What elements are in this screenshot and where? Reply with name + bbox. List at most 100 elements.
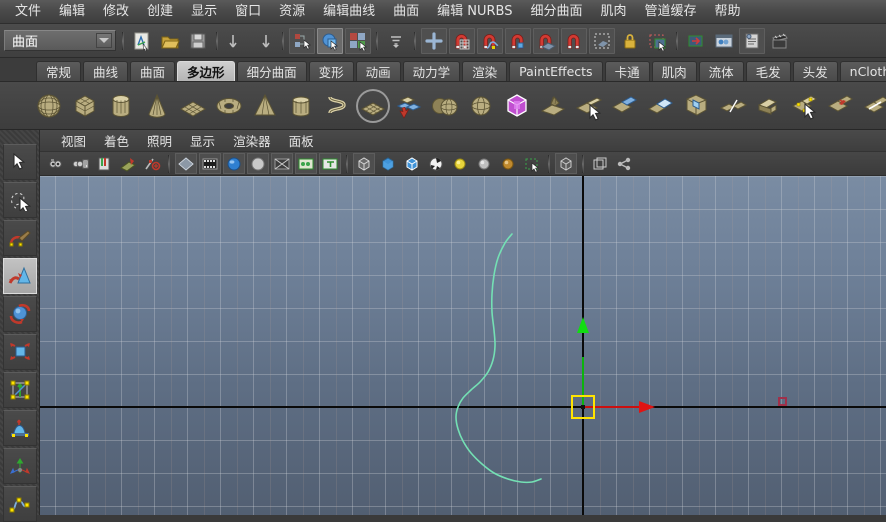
panel-menu-1[interactable]: 着色 <box>95 130 138 151</box>
poly-selected-plane-icon[interactable] <box>356 89 390 123</box>
smooth-proxy-icon[interactable] <box>536 89 570 123</box>
shelf-tab-10[interactable]: 卡通 <box>605 61 650 81</box>
object-display-icon[interactable] <box>589 153 611 174</box>
chevron-down-icon[interactable] <box>96 33 112 48</box>
poly-sphere-icon[interactable] <box>32 89 66 123</box>
make-live-icon[interactable] <box>617 28 643 54</box>
menu-item-3[interactable]: 创建 <box>138 2 182 22</box>
gate-mask-icon[interactable] <box>247 153 269 174</box>
viewport-3d[interactable] <box>40 176 886 515</box>
boolean-union-icon[interactable] <box>464 89 498 123</box>
poly-cube-icon[interactable] <box>68 89 102 123</box>
menu-item-1[interactable]: 编辑 <box>50 2 94 22</box>
poly-torus-icon[interactable] <box>212 89 246 123</box>
poly-prism-icon[interactable] <box>284 89 318 123</box>
menu-item-13[interactable]: 帮助 <box>706 2 750 22</box>
xray-icon[interactable] <box>521 153 543 174</box>
smooth-shade-icon[interactable] <box>377 153 399 174</box>
film-gate-icon[interactable] <box>199 153 221 174</box>
split-polygon-icon[interactable] <box>608 89 642 123</box>
grid-toggle-icon[interactable] <box>175 153 197 174</box>
shelf-tab-9[interactable]: PaintEffects <box>509 61 602 81</box>
menu-item-10[interactable]: 细分曲面 <box>522 2 592 22</box>
resolution-gate-icon[interactable] <box>223 153 245 174</box>
select-hierarchy-icon[interactable] <box>289 28 315 54</box>
shelf-tab-2[interactable]: 曲面 <box>130 61 175 81</box>
shelf-tab-15[interactable]: nCloth <box>840 61 886 81</box>
nurbs-curve[interactable] <box>40 176 886 515</box>
select-camera-icon[interactable] <box>45 153 67 174</box>
ipr-render-icon[interactable] <box>683 28 709 54</box>
render-settings-icon[interactable] <box>739 28 765 54</box>
snap-point-icon[interactable] <box>505 28 531 54</box>
snap-plane-icon[interactable] <box>533 28 559 54</box>
panel-menu-5[interactable]: 面板 <box>280 130 323 151</box>
collapse-edge-icon[interactable] <box>860 89 886 123</box>
panel-menu-2[interactable]: 照明 <box>138 130 181 151</box>
combine-icon[interactable] <box>428 89 462 123</box>
snap-viewplane-icon[interactable] <box>561 28 587 54</box>
shelf-tab-13[interactable]: 毛发 <box>746 61 791 81</box>
exposure-icon[interactable] <box>613 153 635 174</box>
open-scene-icon[interactable] <box>157 28 183 54</box>
manipulator-x-arrow-icon[interactable] <box>639 401 655 413</box>
shelf-tab-0[interactable]: 常规 <box>36 61 81 81</box>
poke-face-icon[interactable] <box>788 89 822 123</box>
select-component-icon[interactable] <box>345 28 371 54</box>
save-scene-icon[interactable] <box>185 28 211 54</box>
menu-item-8[interactable]: 曲面 <box>384 2 428 22</box>
shaded-wire-icon[interactable] <box>401 153 423 174</box>
interactive-split-icon[interactable] <box>392 89 426 123</box>
safe-title-icon[interactable] <box>319 153 341 174</box>
manipulator-y-arrow-icon[interactable] <box>577 317 589 333</box>
use-default-light-icon[interactable] <box>449 153 471 174</box>
poly-helix-icon[interactable] <box>320 89 354 123</box>
hypershade-icon[interactable] <box>711 28 737 54</box>
menu-item-9[interactable]: 编辑 NURBS <box>428 2 521 22</box>
poly-pyramid-icon[interactable] <box>248 89 282 123</box>
render-current-icon[interactable] <box>645 28 671 54</box>
isolate-select-icon[interactable] <box>555 153 577 174</box>
shelf-tab-14[interactable]: 头发 <box>793 61 838 81</box>
textured-icon[interactable] <box>425 153 447 174</box>
safe-action-icon[interactable] <box>295 153 317 174</box>
menu-item-7[interactable]: 编辑曲线 <box>314 2 384 22</box>
move-manipulator[interactable] <box>571 395 595 419</box>
shelf-tab-12[interactable]: 流体 <box>699 61 744 81</box>
menu-item-11[interactable]: 肌肉 <box>592 2 636 22</box>
menu-item-0[interactable]: 文件 <box>6 2 50 22</box>
toolbox-move-tool[interactable] <box>3 258 37 294</box>
toolbox-universal-manipulator-tool[interactable] <box>3 372 37 408</box>
construction-plane-icon[interactable] <box>589 28 615 54</box>
toolbox-rotate-tool[interactable] <box>3 296 37 332</box>
menu-item-12[interactable]: 管道缓存 <box>636 2 706 22</box>
bevel-icon[interactable] <box>752 89 786 123</box>
toolbox-soft-modification-tool[interactable] <box>3 410 37 446</box>
toolbox-select-tool[interactable] <box>3 144 37 180</box>
poly-cone-icon[interactable] <box>140 89 174 123</box>
toolbox-lasso-select-tool[interactable] <box>3 182 37 218</box>
mirror-geometry-icon[interactable] <box>716 89 750 123</box>
panel-menu-3[interactable]: 显示 <box>181 130 224 151</box>
shelf-tab-11[interactable]: 肌肉 <box>652 61 697 81</box>
mask-collapse-icon[interactable] <box>383 28 409 54</box>
shelf-tab-6[interactable]: 动画 <box>356 61 401 81</box>
toolbox-paint-select-tool[interactable] <box>3 220 37 256</box>
panel-menu-0[interactable]: 视图 <box>52 130 95 151</box>
shelf-tab-5[interactable]: 变形 <box>309 61 354 81</box>
two-d-pan-zoom-icon[interactable] <box>141 153 163 174</box>
undo-icon[interactable] <box>223 28 249 54</box>
shelf-tab-3[interactable]: 多边形 <box>177 61 235 81</box>
selected-cv-marker[interactable] <box>778 397 787 406</box>
poly-cylinder-icon[interactable] <box>104 89 138 123</box>
toolbox-show-manipulator-tool[interactable] <box>3 448 37 484</box>
menuset-dropdown[interactable]: 曲面 <box>4 30 116 51</box>
merge-vertex-icon[interactable] <box>824 89 858 123</box>
toolbox-scale-tool[interactable] <box>3 334 37 370</box>
shadows-icon[interactable] <box>497 153 519 174</box>
new-scene-icon[interactable] <box>129 28 155 54</box>
toolbox-last-used-tool[interactable] <box>3 486 37 522</box>
shelf-tab-1[interactable]: 曲线 <box>83 61 128 81</box>
bookmark-icon[interactable] <box>93 153 115 174</box>
menu-item-5[interactable]: 窗口 <box>226 2 270 22</box>
